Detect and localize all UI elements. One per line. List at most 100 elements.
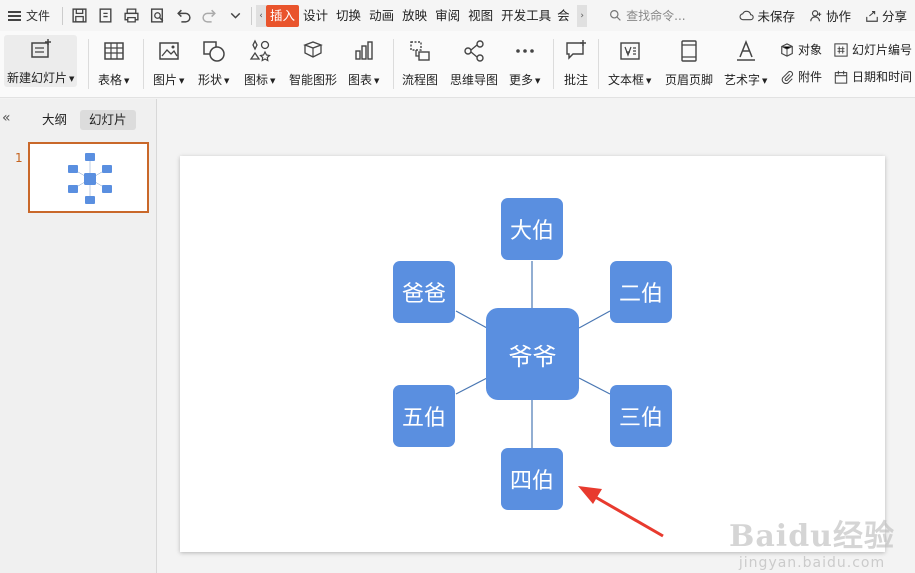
tab-review[interactable]: 审阅 <box>431 5 464 27</box>
separator <box>88 39 89 89</box>
separator <box>143 39 144 89</box>
separator <box>251 6 253 25</box>
menu-icon <box>8 10 21 21</box>
top-right-actions: 未保存 协作 分享 <box>739 0 915 31</box>
tab-slideshow[interactable]: 放映 <box>398 5 431 27</box>
calendar-icon <box>834 70 848 84</box>
table-icon <box>100 37 128 65</box>
redo-icon[interactable] <box>197 4 221 28</box>
comment-label: 批注 <box>563 73 588 87</box>
hash-icon <box>834 42 848 57</box>
attachment-button[interactable]: 附件 <box>780 68 822 85</box>
header-footer-icon <box>675 37 703 65</box>
shape-label: 形状 <box>198 73 223 87</box>
flowchart-button[interactable]: 流程图 <box>402 37 438 88</box>
tab-slides[interactable]: 幻灯片 <box>80 110 136 130</box>
share-icon <box>866 10 878 22</box>
smartart-button[interactable]: 智能图形 <box>289 37 337 88</box>
command-search[interactable]: 查找命令... <box>609 7 686 24</box>
cloud-icon <box>739 10 755 21</box>
date-time-label: 日期和时间 <box>852 70 913 84</box>
ribbon-tabs: ‹ 插入 设计 切换 动画 放映 审阅 视图 开发工具 会员 › <box>256 0 588 31</box>
print-icon[interactable] <box>119 4 143 28</box>
more-button[interactable]: 更多 ▼ <box>509 37 540 88</box>
tab-member[interactable]: 会员 <box>555 5 577 27</box>
watermark: Baidu经验 jingyan.baidu.com <box>729 511 895 571</box>
file-menu-label: 文件 <box>26 9 51 23</box>
unsaved-label: 未保存 <box>757 9 795 24</box>
collapse-panel-icon[interactable]: « <box>2 110 11 126</box>
header-footer-button[interactable]: 页眉页脚 <box>665 37 713 88</box>
wordart-label: 艺术字 <box>724 73 761 87</box>
chart-label: 图表 <box>348 73 373 87</box>
quick-access-toolbar <box>67 0 247 31</box>
object-button[interactable]: 对象 <box>780 41 822 58</box>
share-button[interactable]: 分享 <box>865 6 907 25</box>
user-icon <box>810 9 822 21</box>
comment-button[interactable]: 批注 <box>562 37 590 88</box>
tabs-scroll-right-icon[interactable]: › <box>577 4 588 27</box>
picture-icon <box>155 37 183 65</box>
title-bar: 文件 ‹ 插入 设计 切换 动画 放映 审阅 视图 开发工具 会员 › 查找命令… <box>0 0 915 31</box>
attachment-label: 附件 <box>798 70 823 84</box>
watermark-url: jingyan.baidu.com <box>738 555 886 571</box>
save-icon[interactable] <box>67 4 91 28</box>
print-preview-icon[interactable] <box>145 4 169 28</box>
smartart-icon <box>299 37 327 65</box>
object-label: 对象 <box>798 43 823 57</box>
tab-insert[interactable]: 插入 <box>266 4 300 27</box>
table-button[interactable]: 表格 ▼ <box>98 37 129 88</box>
picture-button[interactable]: 图片 ▼ <box>153 37 184 88</box>
new-slide-button[interactable]: 新建幻灯片 ▼ <box>4 35 78 87</box>
icons-library-icon <box>246 37 274 65</box>
export-pdf-icon[interactable] <box>93 4 117 28</box>
slide-number: 1 <box>15 151 23 165</box>
watermark-logo: Baidu经验 <box>729 519 895 554</box>
comment-icon <box>562 37 590 65</box>
mindmap-button[interactable]: 思维导图 <box>450 37 498 88</box>
mindmap-label: 思维导图 <box>450 73 499 87</box>
slide-canvas[interactable]: 爷爷 大伯 二伯 三伯 四伯 五伯 爸爸 <box>180 156 885 552</box>
mindmap-icon <box>460 37 488 65</box>
separator <box>598 39 599 89</box>
new-slide-label: 新建幻灯片 <box>7 71 68 85</box>
textbox-button[interactable]: 文本框 ▼ <box>608 37 651 88</box>
wordart-button[interactable]: 艺术字 ▼ <box>724 37 767 88</box>
tabs-scroll-left-icon[interactable]: ‹ <box>256 4 267 27</box>
tab-developer[interactable]: 开发工具 <box>497 5 555 27</box>
flowchart-icon <box>406 37 434 65</box>
textbox-icon <box>616 37 644 65</box>
slide-thumbnail[interactable] <box>28 142 149 213</box>
tab-view[interactable]: 视图 <box>464 5 497 27</box>
tab-outline[interactable]: 大纲 <box>33 110 76 130</box>
customize-chevron-icon[interactable] <box>223 4 247 28</box>
tab-design[interactable]: 设计 <box>299 5 332 27</box>
icon-label: 图标 <box>244 73 269 87</box>
tab-animations[interactable]: 动画 <box>365 5 398 27</box>
separator <box>553 39 554 89</box>
share-label: 分享 <box>881 9 907 24</box>
unsaved-button[interactable]: 未保存 <box>739 6 795 25</box>
undo-icon[interactable] <box>171 4 195 28</box>
chart-button[interactable]: 图表 ▼ <box>348 37 379 88</box>
smartart-label: 智能图形 <box>289 73 338 87</box>
new-slide-icon <box>27 35 55 63</box>
date-time-button[interactable]: 日期和时间 <box>834 68 912 85</box>
collaborate-button[interactable]: 协作 <box>809 6 851 25</box>
tab-transitions[interactable]: 切换 <box>332 5 365 27</box>
separator <box>393 39 394 89</box>
separator <box>62 6 64 25</box>
file-menu[interactable]: 文件 <box>0 0 58 31</box>
wordart-icon <box>732 37 760 65</box>
more-label: 更多 <box>509 73 534 87</box>
paperclip-icon <box>781 70 794 84</box>
search-placeholder: 查找命令... <box>626 9 686 23</box>
slide-number-button[interactable]: 幻灯片编号 <box>834 41 912 58</box>
collaborate-label: 协作 <box>825 9 851 24</box>
editor-area: 爷爷 大伯 二伯 三伯 四伯 五伯 爸爸 Baidu经验 jingyan.bai… <box>158 99 915 573</box>
shape-button[interactable]: 形状 ▼ <box>198 37 229 88</box>
red-arrow-annotation <box>578 486 664 538</box>
icon-button[interactable]: 图标 ▼ <box>244 37 275 88</box>
header-footer-label: 页眉页脚 <box>665 73 714 87</box>
thumbnail-diagram <box>68 153 112 204</box>
